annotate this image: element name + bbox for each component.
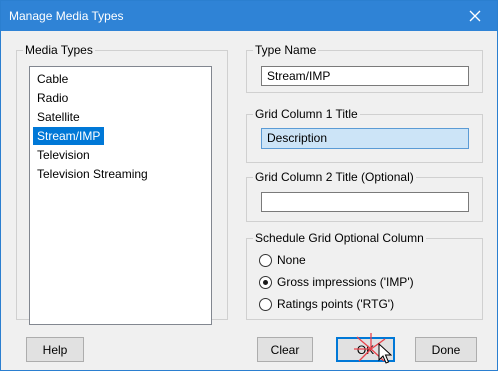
radio-none-button[interactable]	[259, 253, 272, 267]
radio-gross-impressions-label: Gross impressions ('IMP')	[277, 275, 414, 289]
list-item-cable[interactable]: Cable	[33, 70, 72, 88]
list-item-stream-imp[interactable]: Stream/IMP	[33, 127, 105, 145]
help-button[interactable]: Help	[26, 337, 84, 362]
close-button[interactable]	[453, 1, 497, 31]
schedule-grid-legend: Schedule Grid Optional Column	[255, 231, 424, 245]
grid-column-2-input[interactable]	[261, 192, 469, 212]
media-types-listbox[interactable]: Cable Radio Satellite Stream/IMP Televis…	[29, 66, 212, 325]
list-item-television-streaming[interactable]: Television Streaming	[33, 165, 152, 183]
clear-button[interactable]: Clear	[257, 337, 313, 362]
media-types-legend: Media Types	[25, 43, 93, 57]
list-item-television[interactable]: Television	[33, 146, 94, 164]
window-title: Manage Media Types	[9, 9, 124, 23]
grid-column-1-input[interactable]: Description	[261, 128, 469, 149]
radio-gross-impressions[interactable]: Gross impressions ('IMP')	[259, 274, 414, 290]
radio-gross-impressions-button[interactable]	[259, 275, 272, 289]
title-bar: Manage Media Types	[1, 1, 497, 31]
radio-ratings-points-button[interactable]	[259, 297, 272, 311]
list-item-radio[interactable]: Radio	[33, 89, 72, 107]
grid-column-2-legend: Grid Column 2 Title (Optional)	[255, 170, 414, 184]
grid-column-1-legend: Grid Column 1 Title	[255, 107, 358, 121]
type-name-input[interactable]: Stream/IMP	[261, 66, 469, 86]
radio-ratings-points-label: Ratings points ('RTG')	[277, 297, 395, 311]
done-button[interactable]: Done	[415, 337, 477, 362]
type-name-legend: Type Name	[255, 43, 317, 57]
radio-ratings-points[interactable]: Ratings points ('RTG')	[259, 296, 394, 312]
manage-media-types-dialog: Manage Media Types Media Types Cable Rad…	[0, 0, 498, 371]
radio-none-label: None	[277, 253, 306, 267]
list-item-satellite[interactable]: Satellite	[33, 108, 84, 126]
radio-none[interactable]: None	[259, 252, 306, 268]
close-icon	[469, 10, 481, 22]
mouse-pointer-icon	[378, 343, 392, 364]
